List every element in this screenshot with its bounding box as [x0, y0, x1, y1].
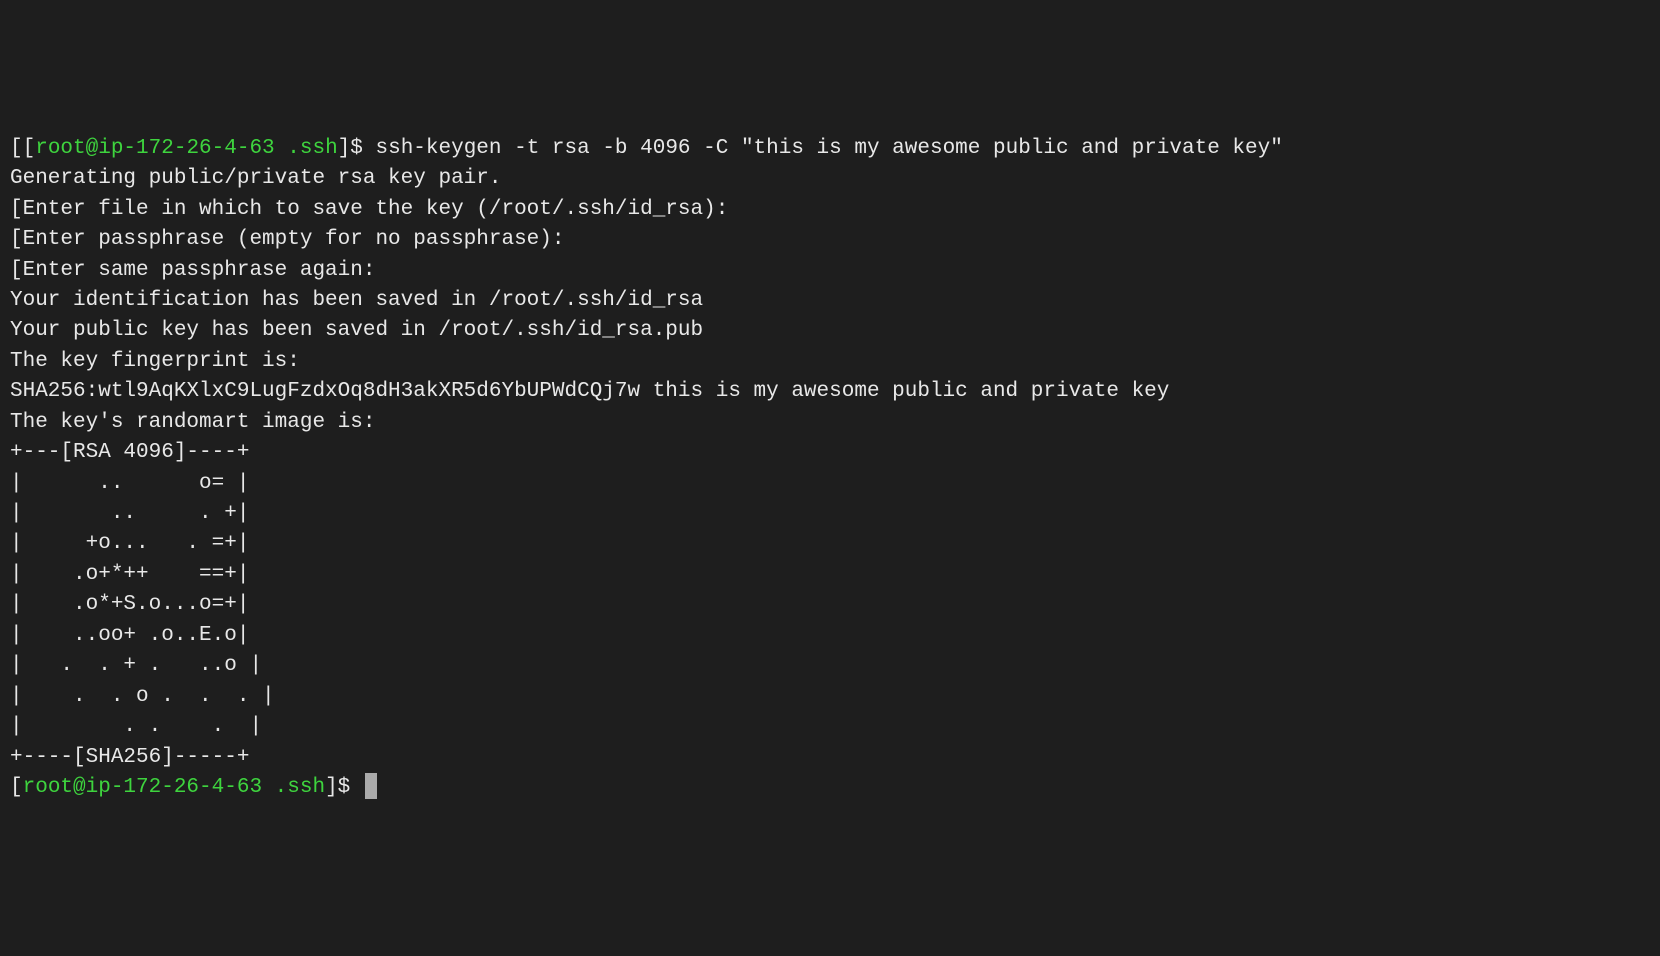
- randomart-line: | .o+*++ ==+|: [10, 560, 1650, 590]
- randomart-line: | .. . +|: [10, 499, 1650, 529]
- prompt-userhost: root@ip-172-26-4-63 .ssh: [35, 137, 337, 160]
- ssh-keygen-command[interactable]: ssh-keygen -t rsa -b 4096 -C "this is my…: [375, 137, 1282, 160]
- prompt-bracket-open: [[: [10, 137, 35, 160]
- randomart-border-top: +---[RSA 4096]----+: [10, 438, 1650, 468]
- terminal-output-line: [Enter same passphrase again:: [10, 256, 1650, 286]
- terminal-output-line: SHA256:wtl9AqKXlxC9LugFzdxOq8dH3akXR5d6Y…: [10, 377, 1650, 407]
- randomart-line: | . . + . ..o |: [10, 651, 1650, 681]
- randomart-line: | .. o= |: [10, 469, 1650, 499]
- terminal-output-line: Your public key has been saved in /root/…: [10, 316, 1650, 346]
- terminal-prompt-line-2[interactable]: [root@ip-172-26-4-63 .ssh]$: [10, 773, 1650, 803]
- terminal-prompt-line-1: [[root@ip-172-26-4-63 .ssh]$ ssh-keygen …: [10, 134, 1650, 164]
- cursor-icon: [365, 773, 377, 799]
- randomart-line: | .o*+S.o...o=+|: [10, 590, 1650, 620]
- terminal-output-line: The key's randomart image is:: [10, 408, 1650, 438]
- terminal-output-line: Generating public/private rsa key pair.: [10, 164, 1650, 194]
- randomart-line: | . . . |: [10, 712, 1650, 742]
- randomart-border-bottom: +----[SHA256]-----+: [10, 743, 1650, 773]
- prompt-bracket-close: ]$: [338, 137, 376, 160]
- randomart-line: | ..oo+ .o..E.o|: [10, 621, 1650, 651]
- prompt-bracket-open: [: [10, 776, 23, 799]
- terminal-output-line: [Enter file in which to save the key (/r…: [10, 195, 1650, 225]
- randomart-line: | . . o . . . |: [10, 682, 1650, 712]
- prompt-bracket-close: ]$: [325, 776, 363, 799]
- terminal-output-line: The key fingerprint is:: [10, 347, 1650, 377]
- terminal-output-line: Your identification has been saved in /r…: [10, 286, 1650, 316]
- prompt-userhost: root@ip-172-26-4-63 .ssh: [23, 776, 325, 799]
- terminal-output-line: [Enter passphrase (empty for no passphra…: [10, 225, 1650, 255]
- randomart-line: | +o... . =+|: [10, 529, 1650, 559]
